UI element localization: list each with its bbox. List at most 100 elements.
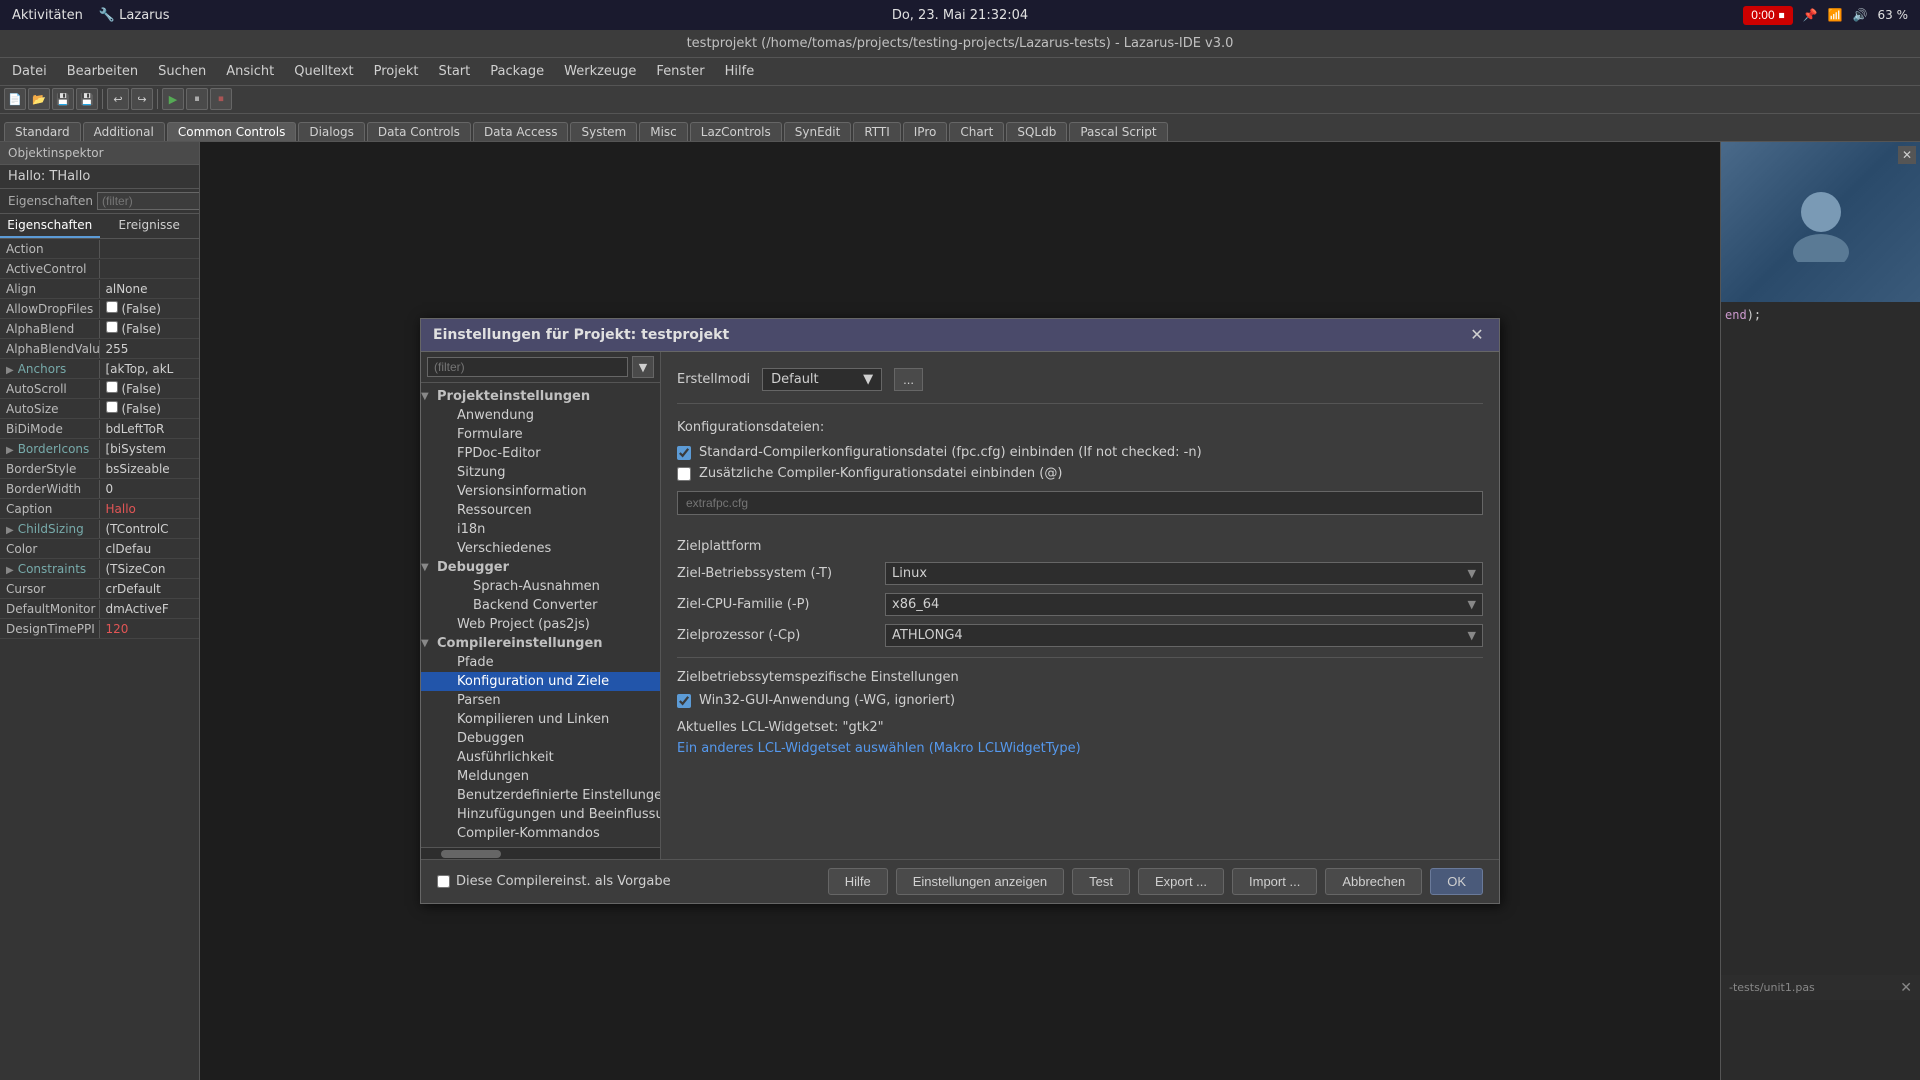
btn-einstellungen-anzeigen[interactable]: Einstellungen anzeigen: [896, 868, 1064, 895]
aktuelles-link[interactable]: Ein anderes LCL-Widgetset auswählen (Mak…: [677, 741, 1081, 756]
list-item[interactable]: ▶ChildSizing(TControlC: [0, 519, 199, 539]
list-item[interactable]: ▶BorderIcons[biSystem: [0, 439, 199, 459]
dots-button[interactable]: ...: [894, 368, 923, 391]
list-item[interactable]: Kompilieren und Linken: [421, 710, 660, 729]
erstellmodi-dropdown[interactable]: Default ▼: [762, 368, 882, 391]
menu-werkzeuge[interactable]: Werkzeuge: [556, 61, 644, 82]
menu-hilfe[interactable]: Hilfe: [717, 61, 763, 82]
menu-fenster[interactable]: Fenster: [648, 61, 712, 82]
tab-chart[interactable]: Chart: [949, 122, 1004, 141]
list-item[interactable]: i18n: [421, 520, 660, 539]
list-item[interactable]: Backend Converter: [421, 596, 660, 615]
btn-export[interactable]: Export ...: [1138, 868, 1224, 895]
toolbar-open[interactable]: 📂: [28, 88, 50, 110]
list-item[interactable]: Sprach-Ausnahmen: [421, 577, 660, 596]
list-item[interactable]: Compiler-Kommandos: [421, 824, 660, 843]
checkbox-0[interactable]: [677, 446, 691, 460]
toolbar-save-all[interactable]: 💾: [76, 88, 98, 110]
btn-import[interactable]: Import ...: [1232, 868, 1317, 895]
menu-ansicht[interactable]: Ansicht: [218, 61, 282, 82]
list-item[interactable]: Konfiguration und Ziele: [421, 672, 660, 691]
list-item[interactable]: FPDoc-Editor: [421, 444, 660, 463]
menu-datei[interactable]: Datei: [4, 61, 55, 82]
toolbar-redo[interactable]: ↪: [131, 88, 153, 110]
list-item[interactable]: BiDiModebdLeftToR: [0, 419, 199, 439]
menu-quelltext[interactable]: Quelltext: [286, 61, 361, 82]
tree-filter-button[interactable]: ▼: [632, 356, 654, 378]
list-item[interactable]: AllowDropFiles(False): [0, 299, 199, 319]
list-item[interactable]: BorderWidth0: [0, 479, 199, 499]
tab-synedit[interactable]: SynEdit: [784, 122, 852, 141]
toolbar-save[interactable]: 💾: [52, 88, 74, 110]
list-item[interactable]: AlignalNone: [0, 279, 199, 299]
list-item[interactable]: BorderStylebsSizeable: [0, 459, 199, 479]
list-item[interactable]: CaptionHallo: [0, 499, 199, 519]
tab-lazcontrols[interactable]: LazControls: [690, 122, 782, 141]
tab-rtti[interactable]: RTTI: [853, 122, 900, 141]
list-item[interactable]: Formulare: [421, 425, 660, 444]
activities-label[interactable]: Aktivitäten: [12, 8, 83, 23]
tree-filter-input[interactable]: [427, 357, 628, 377]
btn-hilfe[interactable]: Hilfe: [828, 868, 888, 895]
list-item[interactable]: Ressourcen: [421, 501, 660, 520]
menu-projekt[interactable]: Projekt: [366, 61, 427, 82]
list-item[interactable]: ▼Compilereinstellungen: [421, 634, 660, 653]
list-item[interactable]: Sitzung: [421, 463, 660, 482]
dialog-close-button[interactable]: ✕: [1467, 325, 1487, 345]
list-item[interactable]: Hinzufügungen und Beeinflussungen: [421, 805, 660, 824]
list-item[interactable]: Ausführlichkeit: [421, 748, 660, 767]
list-item[interactable]: ▼Debugger: [421, 558, 660, 577]
tree-scrollbar[interactable]: [421, 847, 660, 859]
tab-pascal-script[interactable]: Pascal Script: [1069, 122, 1167, 141]
list-item[interactable]: Benutzerdefinierte Einstellungen: [421, 786, 660, 805]
right-panel-close-button[interactable]: ✕: [1898, 146, 1916, 164]
menu-package[interactable]: Package: [482, 61, 552, 82]
list-item[interactable]: Verschiedenes: [421, 539, 660, 558]
zielbetrieb-checkbox[interactable]: [677, 694, 691, 708]
tab-sqldb[interactable]: SQLdb: [1006, 122, 1067, 141]
btn-ok[interactable]: OK: [1430, 868, 1483, 895]
list-item[interactable]: CursorcrDefault: [0, 579, 199, 599]
tab-data-controls[interactable]: Data Controls: [367, 122, 471, 141]
toolbar-stop[interactable]: ⏹: [210, 88, 232, 110]
tab-data-access[interactable]: Data Access: [473, 122, 569, 141]
list-item[interactable]: AlphaBlendValue255: [0, 339, 199, 359]
list-item[interactable]: DefaultMonitordmActiveF: [0, 599, 199, 619]
list-item[interactable]: Anwendung: [421, 406, 660, 425]
toolbar-new[interactable]: 📄: [4, 88, 26, 110]
toolbar-undo[interactable]: ↩: [107, 88, 129, 110]
footer-checkbox[interactable]: [437, 875, 450, 888]
list-item[interactable]: AutoSize(False): [0, 399, 199, 419]
oi-tab-properties[interactable]: Eigenschaften: [0, 214, 100, 238]
list-item[interactable]: Pfade: [421, 653, 660, 672]
list-item[interactable]: DesignTimePPI120: [0, 619, 199, 639]
menu-start[interactable]: Start: [430, 61, 478, 82]
menu-suchen[interactable]: Suchen: [150, 61, 214, 82]
tab-dialogs[interactable]: Dialogs: [298, 122, 364, 141]
target-proc-select[interactable]: ATHLONG4 ▼: [885, 624, 1483, 647]
menu-bearbeiten[interactable]: Bearbeiten: [59, 61, 146, 82]
tab-misc[interactable]: Misc: [639, 122, 688, 141]
lazarus-label[interactable]: 🔧 Lazarus: [99, 8, 170, 23]
list-item[interactable]: ▼Projekteinstellungen: [421, 387, 660, 406]
tab-system[interactable]: System: [570, 122, 637, 141]
tab-common-controls[interactable]: Common Controls: [167, 122, 297, 141]
list-item[interactable]: Parsen: [421, 691, 660, 710]
tab-ipro[interactable]: IPro: [903, 122, 948, 141]
list-item[interactable]: ColorclDefau: [0, 539, 199, 559]
list-item[interactable]: Debuggen: [421, 729, 660, 748]
list-item[interactable]: ActiveControl: [0, 259, 199, 279]
extrafpc-input[interactable]: [677, 491, 1483, 515]
tab-standard[interactable]: Standard: [4, 122, 81, 141]
btn-test[interactable]: Test: [1072, 868, 1130, 895]
list-item[interactable]: Web Project (pas2js): [421, 615, 660, 634]
tab-additional[interactable]: Additional: [83, 122, 165, 141]
list-item[interactable]: Meldungen: [421, 767, 660, 786]
list-item[interactable]: AlphaBlend(False): [0, 319, 199, 339]
oi-filter-input[interactable]: [97, 192, 200, 210]
file-tab-close[interactable]: ✕: [1900, 979, 1912, 996]
checkbox-1[interactable]: [677, 467, 691, 481]
toolbar-run[interactable]: ▶: [162, 88, 184, 110]
btn-abbrechen[interactable]: Abbrechen: [1325, 868, 1422, 895]
target-cpu-select[interactable]: x86_64 ▼: [885, 593, 1483, 616]
